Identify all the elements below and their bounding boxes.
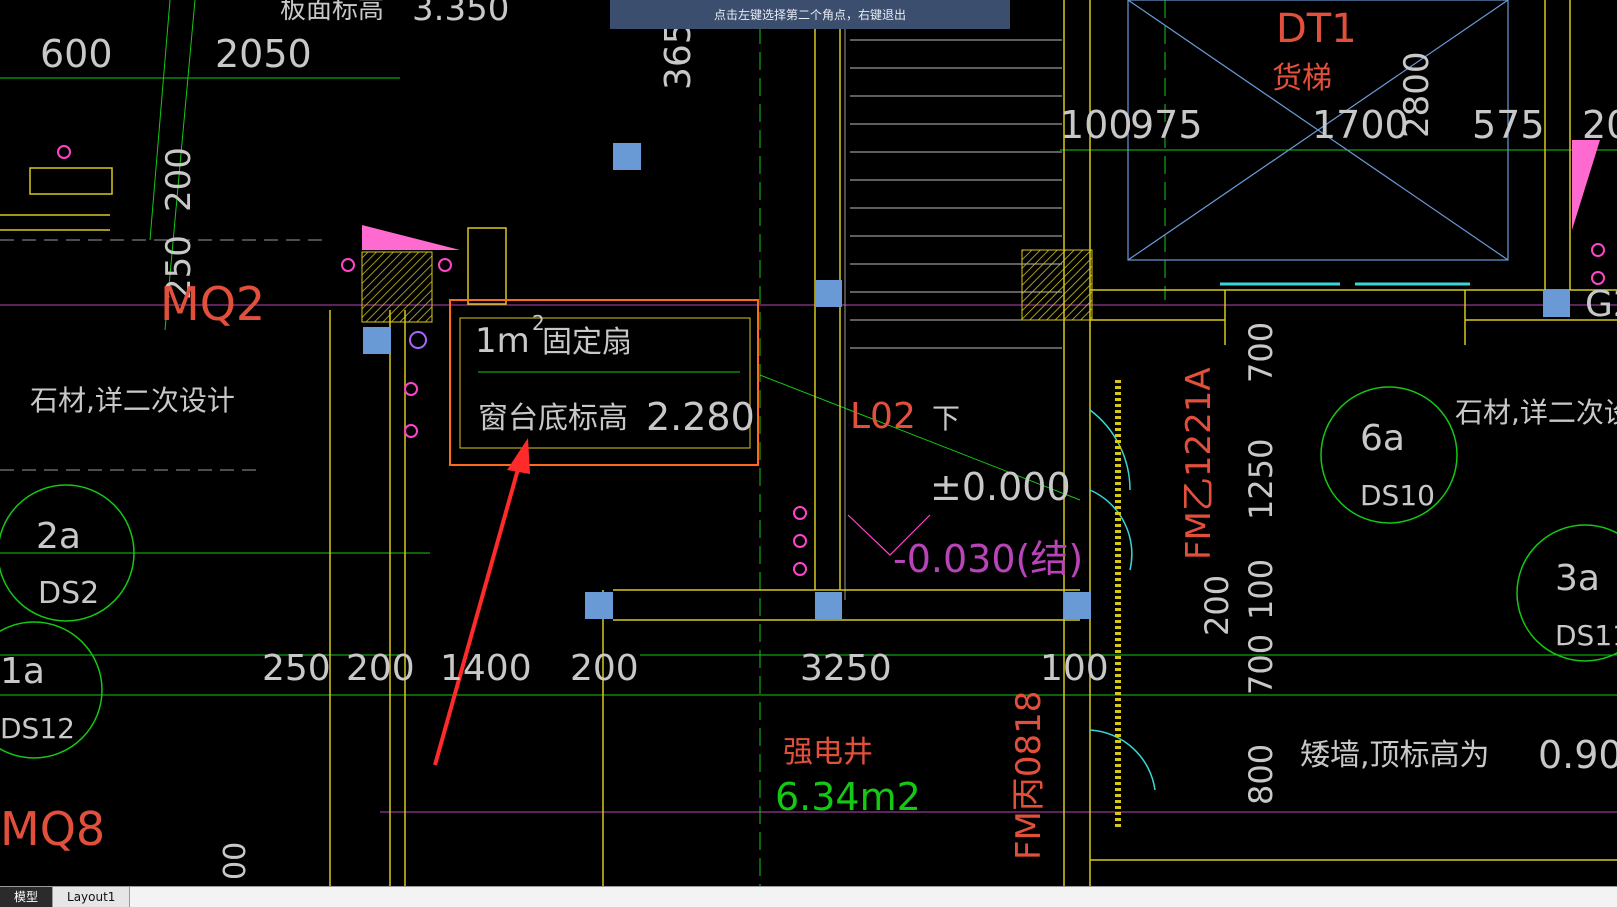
partial-top-label: 板面标高 (280, 0, 384, 25)
dim-00-bottom-left: 00 (218, 842, 253, 880)
dim-200-bottom-a: 200 (346, 648, 415, 689)
label-freight: 货梯 (1272, 61, 1332, 96)
dim-1250: 1250 (1242, 439, 1280, 520)
label-mq2: MQ2 (160, 277, 265, 331)
dim-1400-bottom: 1400 (440, 648, 532, 689)
dim-2800-right: 2800 (1397, 51, 1437, 138)
dim-800: 800 (1242, 744, 1280, 805)
label-l02: L02 (850, 396, 916, 437)
columns-hatched (361, 249, 1093, 323)
label-elev-zero: ±0.000 (930, 465, 1071, 509)
circle-2a-code: DS2 (38, 576, 99, 611)
circle-1a-id: 1a (0, 651, 45, 692)
circle-2a-id: 2a (36, 516, 81, 557)
dim-100-bottom: 100 (1040, 648, 1109, 689)
label-stone-right: 石材,详二次设计 (1455, 396, 1617, 429)
pink-wedges (362, 140, 1600, 250)
partial-top-value: 3.350 (412, 0, 509, 29)
circle-3a-id: 3a (1555, 558, 1600, 599)
label-fm-left: FM丙0818 (1009, 691, 1049, 860)
label-low-wall: 矮墙,顶标高为 (1300, 738, 1490, 773)
layout-tab-bar: 模型 Layout1 (0, 886, 1617, 907)
dim-2050: 2050 (215, 32, 312, 76)
circle-6a-code: DS10 (1360, 479, 1435, 512)
label-down: 下 (932, 402, 960, 435)
cad-drawing[interactable]: 板面标高 3.350 600 2050 3650 200 250 MQ2 MQ8… (0, 0, 1617, 886)
dim-1700-right: 1700 (1312, 103, 1409, 147)
door-swings (1089, 409, 1156, 791)
circle-1a-code: DS12 (0, 712, 75, 745)
dim-575-right: 575 (1472, 103, 1545, 147)
tab-layout1[interactable]: Layout1 (53, 887, 131, 907)
tab-model[interactable]: 模型 (0, 887, 54, 907)
circle-3a-code: DS11 (1555, 619, 1617, 652)
label-dt1: DT1 (1276, 6, 1357, 52)
circle-6a-id: 6a (1360, 418, 1405, 459)
tab-bar-empty (130, 887, 1617, 907)
callout-type: 固定扇 (542, 325, 632, 360)
label-elev-neg: -0.030(结) (893, 537, 1083, 581)
label-g2: G2 (1585, 284, 1617, 325)
dim-700-b: 700 (1242, 634, 1280, 695)
label-room-area: 6.34m2 (775, 775, 921, 819)
dim-250-bottom: 250 (262, 648, 331, 689)
label-mq8: MQ8 (0, 802, 105, 856)
callout-area: 1m (475, 321, 530, 361)
red-arrow (433, 438, 530, 766)
label-fm-right: FM乙1221A (1179, 367, 1219, 560)
dim-20-right: 20 (1582, 103, 1617, 147)
label-stone-left: 石材,详二次设计 (30, 384, 235, 417)
label-room-name: 强电井 (783, 735, 873, 770)
command-prompt-tooltip: 点击左键选择第二个角点，右键退出 (610, 0, 1010, 29)
label-low-wall-value: 0.900 (1538, 733, 1617, 777)
cad-canvas[interactable]: 板面标高 3.350 600 2050 3650 200 250 MQ2 MQ8… (0, 0, 1617, 886)
callout-sill-value: 2.280 (646, 395, 755, 439)
callout-sill-label: 窗台底标高 (478, 401, 628, 436)
dim-200-v: 200 (1198, 575, 1236, 636)
dim-3250-bottom: 3250 (800, 648, 892, 689)
dim-975-right: 975 (1130, 103, 1203, 147)
dim-200-left: 200 (159, 147, 199, 212)
dim-100-v: 100 (1242, 559, 1280, 620)
dim-700-a: 700 (1242, 322, 1280, 383)
dim-600: 600 (40, 32, 113, 76)
dim-200-bottom-b: 200 (570, 648, 639, 689)
dim-100-right: 100 (1060, 103, 1133, 147)
